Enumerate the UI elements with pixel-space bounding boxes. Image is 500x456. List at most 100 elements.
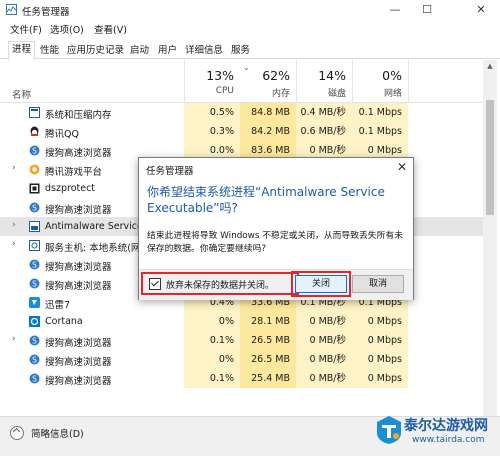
process-name: Cortana — [45, 316, 83, 327]
expand-chevron-icon[interactable]: › — [12, 334, 16, 344]
dialog-question: 你希望结束系统进程“Antimalware Service Executable… — [147, 185, 385, 215]
close-button[interactable]: ✕ — [466, 2, 496, 18]
qq-icon — [29, 126, 40, 137]
tab-performance[interactable]: 性能 — [36, 42, 63, 59]
network-cell: 0.1 Mbps — [352, 122, 408, 141]
memory-percent: 62% — [262, 68, 290, 83]
column-cpu[interactable]: CPU — [174, 86, 234, 96]
disk-cell: 0 MB/秒 — [296, 331, 352, 350]
network-cell: 0 Mbps — [352, 312, 408, 331]
title-bar: 任务管理器 — ☐ ✕ — [0, 0, 500, 20]
process-name: 服务主机: 本地系统(网络 — [45, 243, 150, 254]
minimize-button[interactable]: — — [380, 2, 410, 18]
site-watermark: 泰尔达游戏网 www.tairda.com — [372, 410, 496, 452]
expand-chevron-icon[interactable]: › — [12, 163, 16, 173]
column-name[interactable]: 名称 — [12, 87, 31, 101]
process-name: 腾讯QQ — [45, 129, 79, 140]
cpu-cell: 0% — [184, 350, 240, 369]
column-network[interactable]: 网络 — [342, 86, 402, 99]
abandon-data-label[interactable]: 放弃未保存的数据并关闭。 — [166, 278, 274, 291]
cpu-cell: 0% — [184, 312, 240, 331]
dialog-close-button[interactable]: ✕ — [397, 160, 407, 174]
network-percent: 0% — [382, 68, 402, 83]
process-name: Antimalware Service E — [45, 221, 152, 232]
menu-options[interactable]: 选项(O) — [50, 22, 84, 36]
process-name: dszprotect — [45, 183, 96, 194]
system-icon — [29, 107, 40, 118]
column-header: 名称 13% CPU ⌄ 62% 内存 14% 磁盘 0% 网络 — [0, 60, 483, 103]
menu-view[interactable]: 查看(V) — [94, 22, 127, 36]
process-row[interactable]: 腾讯QQ 0.3% 84.2 MB 0.6 MB/秒 0.1 Mbps — [0, 122, 483, 141]
expand-chevron-icon[interactable]: › — [12, 220, 16, 230]
fewer-details-link[interactable]: 简略信息(D) — [31, 426, 84, 440]
disk-cell: 0.4 MB/秒 — [296, 103, 352, 122]
disk-cell: 0.6 MB/秒 — [296, 122, 352, 141]
tab-app-history[interactable]: 应用历史记录 — [63, 42, 128, 59]
process-name: 腾讯游戏平台 — [45, 167, 103, 178]
svg-text:S: S — [32, 146, 37, 155]
dialog-message: 结束此进程将导致 Windows 不稳定或关闭，从而导致丢失所有未保存的数据。你… — [147, 231, 403, 254]
tab-processes[interactable]: 进程 — [8, 41, 36, 60]
sogou-icon: S — [29, 354, 40, 365]
column-memory[interactable]: 内存 — [230, 86, 290, 99]
dialog-title: 任务管理器 — [146, 166, 194, 177]
network-cell: 0 Mbps — [352, 369, 408, 388]
process-row[interactable]: 系统和压缩内存 0.5% 84.8 MB 0.4 MB/秒 0.1 Mbps — [0, 103, 483, 122]
process-row[interactable]: Cortana 0% 28.1 MB 0 MB/秒 0 Mbps — [0, 312, 483, 331]
end-process-dialog: 任务管理器 ✕ 你希望结束系统进程“Antimalware Service Ex… — [138, 157, 414, 300]
cancel-button[interactable]: 取消 — [352, 275, 404, 293]
scroll-up-icon[interactable]: ▲ — [483, 60, 497, 72]
process-row[interactable]: › S 搜狗高速浏览器 0.1% 26.5 MB 0 MB/秒 0 Mbps — [0, 331, 483, 350]
cpu-cell: 0.3% — [184, 122, 240, 141]
tab-startup[interactable]: 启动 — [126, 42, 153, 59]
sogou-icon: S — [29, 202, 40, 213]
sogou-icon: S — [29, 145, 40, 156]
shutdown-button[interactable]: 关闭 — [295, 275, 347, 293]
process-name: 搜狗高速浏览器 — [45, 148, 112, 159]
memory-cell: 84.2 MB — [240, 122, 296, 141]
cpu-cell: 0.5% — [184, 103, 240, 122]
collapse-up-icon[interactable] — [10, 426, 24, 440]
tab-users[interactable]: 用户 — [154, 42, 181, 59]
memory-cell: 26.5 MB — [240, 350, 296, 369]
watermark-logo-icon — [376, 415, 402, 445]
abandon-data-checkbox[interactable] — [149, 278, 161, 290]
tab-details[interactable]: 详细信息 — [181, 42, 227, 59]
svg-text:S: S — [32, 374, 37, 383]
memory-cell: 26.5 MB — [240, 331, 296, 350]
process-row[interactable]: S 搜狗高速浏览器 0% 26.5 MB 0 MB/秒 0 Mbps — [0, 350, 483, 369]
network-cell: 0.1 Mbps — [352, 103, 408, 122]
process-name: 搜狗高速浏览器 — [45, 262, 112, 273]
dialog-footer: 放弃未保存的数据并关闭。 关闭 取消 — [139, 269, 413, 300]
expand-chevron-icon[interactable]: › — [12, 239, 16, 249]
column-separator — [408, 60, 409, 102]
column-disk[interactable]: 磁盘 — [286, 86, 346, 99]
sogou-icon: S — [29, 278, 40, 289]
disk-cell: 0 MB/秒 — [296, 350, 352, 369]
watermark-title: 泰尔达游戏网 — [404, 418, 488, 434]
task-manager-icon — [6, 4, 17, 15]
network-cell: 0 Mbps — [352, 331, 408, 350]
memory-cell: 25.4 MB — [240, 369, 296, 388]
restore-button[interactable]: ☐ — [412, 2, 442, 18]
cortana-icon — [29, 316, 40, 327]
service-icon — [29, 221, 40, 232]
process-name: 搜狗高速浏览器 — [45, 357, 112, 368]
process-row[interactable]: S 搜狗高速浏览器 0.1% 25.4 MB 0 MB/秒 0 Mbps — [0, 369, 483, 388]
tab-services[interactable]: 服务 — [227, 42, 254, 59]
network-cell: 0 Mbps — [352, 350, 408, 369]
svg-text:S: S — [32, 279, 37, 288]
cpu-cell: 0.1% — [184, 331, 240, 350]
svg-text:S: S — [32, 336, 37, 345]
vertical-scrollbar[interactable]: ▲ — [483, 60, 497, 420]
cpu-percent: 13% — [206, 68, 234, 83]
cpu-cell: 0.1% — [184, 369, 240, 388]
process-name: 搜狗高速浏览器 — [45, 338, 112, 349]
svg-text:S: S — [32, 355, 37, 364]
svg-text:S: S — [32, 260, 37, 269]
menu-file[interactable]: 文件(F) — [10, 22, 42, 36]
tab-strip: 进程 性能 应用历史记录 启动 用户 详细信息 服务 — [0, 41, 500, 60]
window-title: 任务管理器 — [22, 7, 70, 18]
process-name: 迅雷7 — [45, 300, 71, 311]
scroll-thumb[interactable] — [486, 100, 494, 215]
